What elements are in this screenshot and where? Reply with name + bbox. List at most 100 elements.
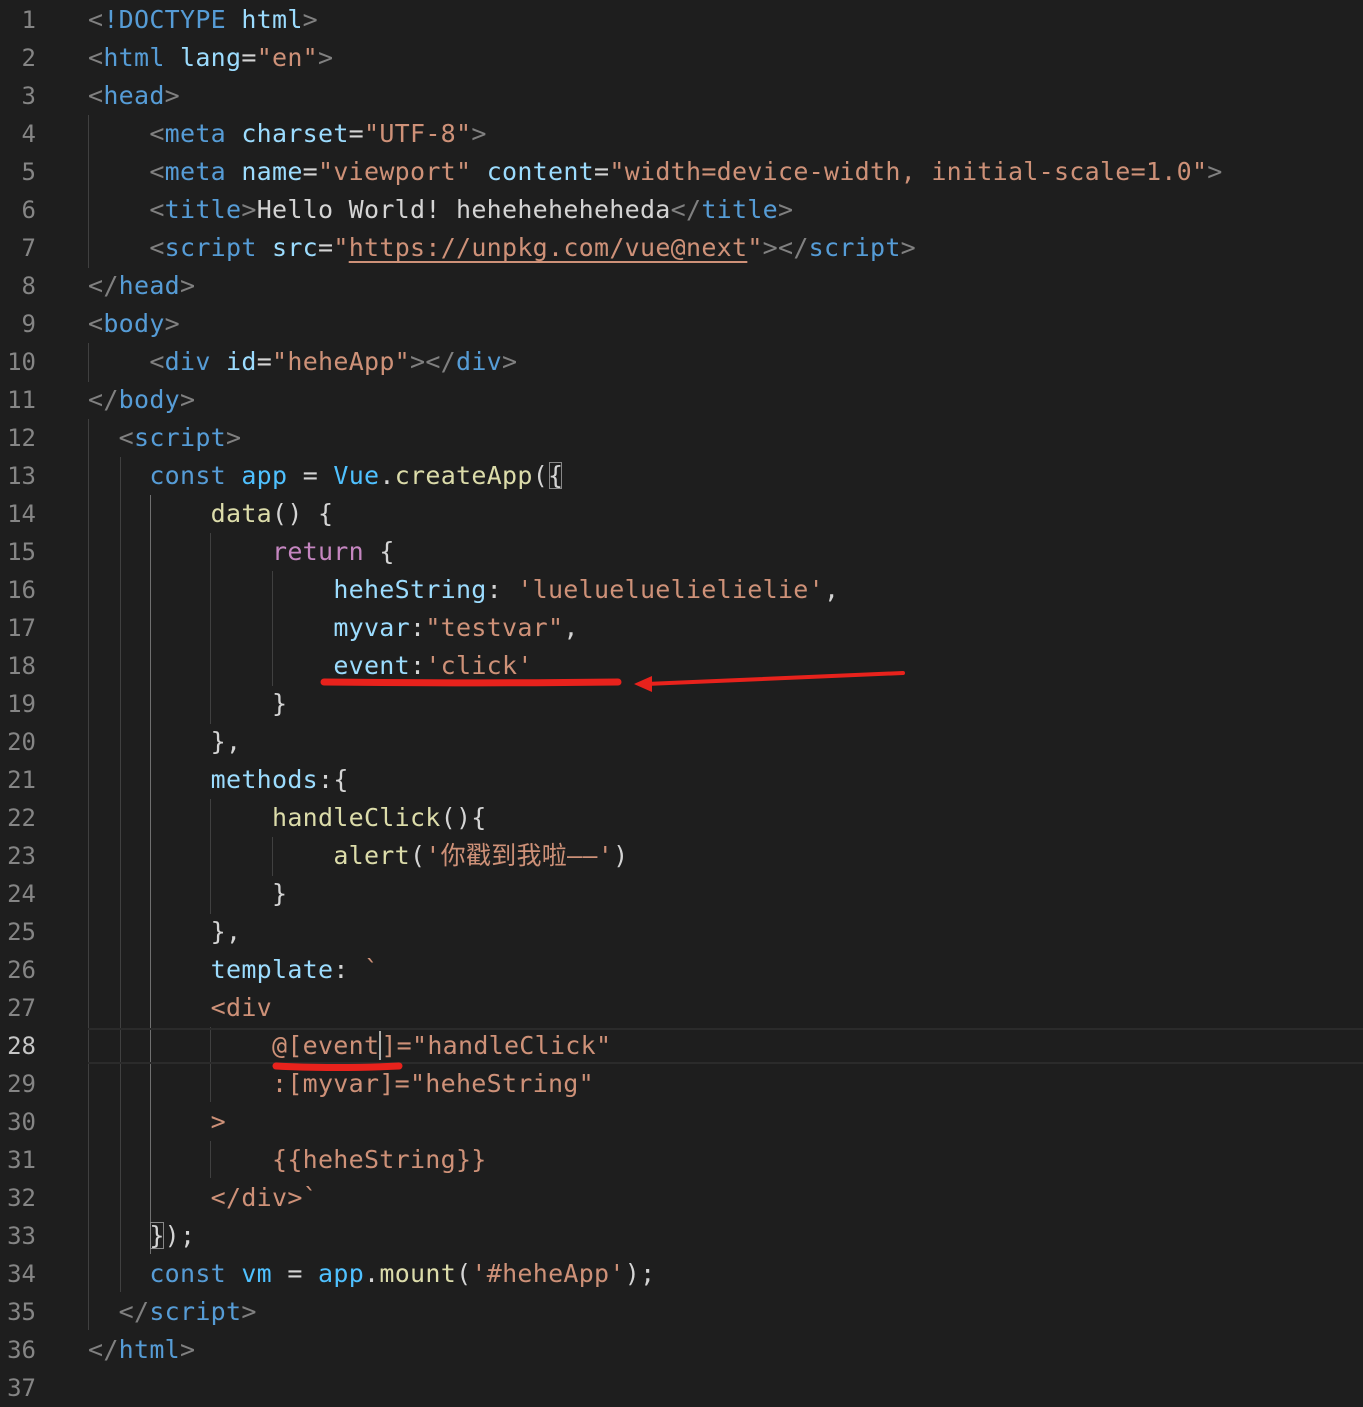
line-code[interactable]: data() { [88,495,333,533]
code-line[interactable]: 34 const vm = app.mount('#heheApp'); [0,1255,1363,1293]
token-string: </div>` [210,1183,318,1212]
line-code[interactable]: event:'click' [88,647,533,685]
line-code[interactable]: </html> [88,1331,195,1369]
line-number: 29 [7,1070,36,1098]
code-line[interactable]: 2 <html lang="en"> [0,39,1363,77]
code-line[interactable]: 13 const app = Vue.createApp({ [0,457,1363,495]
token-punctuation: > [226,423,242,452]
token-string: "heheApp" [272,347,411,376]
token-string: {{heheString}} [271,1145,487,1174]
code-line[interactable]: 36 </html> [0,1331,1363,1369]
code-line[interactable]: 10 <div id="heheApp"></div> [0,343,1363,381]
code-line[interactable]: 7 <script src="https://unpkg.com/vue@nex… [0,229,1363,267]
token-variable: app [318,1259,365,1288]
code-line[interactable]: 30 > [0,1103,1363,1141]
code-line[interactable]: 32 </div>` [0,1179,1363,1217]
token-punctuation: </ [88,1335,119,1364]
token-property: methods [210,765,318,794]
token-string: <div [210,993,272,1022]
line-code[interactable]: <meta charset="UTF-8"> [88,115,487,153]
line-code[interactable]: <script src="https://unpkg.com/vue@next"… [88,229,916,267]
token-string: 'luelueluelielielie' [517,575,824,604]
line-code[interactable]: <title>Hello World! heheheheheheda</titl… [88,191,793,229]
line-code[interactable]: <meta name="viewport" content="width=dev… [88,153,1223,191]
line-code[interactable]: </head> [88,267,195,305]
token-operator: = [348,119,365,148]
code-line[interactable]: 5 <meta name="viewport" content="width=d… [0,153,1363,191]
code-line[interactable]: 4 <meta charset="UTF-8"> [0,115,1363,153]
token-keyword: const [149,461,226,490]
code-line[interactable]: 35 </script> [0,1293,1363,1331]
code-line[interactable]: 27 <div [0,989,1363,1027]
line-code[interactable]: </body> [88,381,195,419]
code-line[interactable]: 37 [0,1369,1363,1407]
line-code[interactable]: <div [88,989,272,1027]
line-code[interactable]: @[event]="handleClick" [88,1027,611,1065]
token-punctuation: > [241,1297,257,1326]
code-line[interactable]: 8 </head> [0,267,1363,305]
code-line[interactable]: 33 }); [0,1217,1363,1255]
line-code[interactable]: const vm = app.mount('#heheApp'); [88,1255,655,1293]
line-code[interactable]: alert('你戳到我啦——') [88,837,628,875]
line-number: 34 [7,1260,36,1288]
line-code[interactable]: <head> [88,77,180,115]
line-code[interactable]: template: ` [88,951,379,989]
line-code[interactable]: <script> [88,419,241,457]
token-matched-bracket: { [548,461,564,490]
code-line[interactable]: 1 <!DOCTYPE html> [0,1,1363,39]
code-line[interactable]: 16 heheString: 'luelueluelielielie', [0,571,1363,609]
line-code[interactable]: const app = Vue.createApp({ [88,457,563,495]
code-line[interactable]: 11 </body> [0,381,1363,419]
line-code[interactable]: return { [88,533,395,571]
code-line[interactable]: 17 myvar:"testvar", [0,609,1363,647]
code-editor[interactable]: 1 <!DOCTYPE html> 2 <html lang="en"> 3 <head>… [0,0,1363,1402]
code-line[interactable]: 18 event:'click' [0,647,1363,685]
code-line[interactable]: 24 } [0,875,1363,913]
line-code[interactable]: }); [88,1217,195,1255]
token-operator: = [256,347,273,376]
code-line[interactable]: 28 @[event]="handleClick" [0,1027,1363,1065]
line-code[interactable]: <html lang="en"> [88,39,333,77]
line-code[interactable]: <!DOCTYPE html> [88,1,318,39]
token-tag-name: head [103,81,165,110]
code-line[interactable]: 14 data() { [0,495,1363,533]
code-line[interactable]: 25 }, [0,913,1363,951]
code-line[interactable]: 21 methods:{ [0,761,1363,799]
token-variable: app [241,461,288,490]
code-line[interactable]: 31 {{heheString}} [0,1141,1363,1179]
code-line[interactable]: 15 return { [0,533,1363,571]
code-line[interactable]: 23 alert('你戳到我啦——') [0,837,1363,875]
token-function-name: createApp [394,461,533,490]
line-code[interactable]: } [88,875,287,913]
code-line[interactable]: 3 <head> [0,77,1363,115]
code-line[interactable]: 6 <title>Hello World! heheheheheheda</ti… [0,191,1363,229]
line-code[interactable]: myvar:"testvar", [88,609,579,647]
code-line[interactable]: 12 <script> [0,419,1363,457]
code-line[interactable]: 22 handleClick(){ [0,799,1363,837]
code-line[interactable]: 20 }, [0,723,1363,761]
line-code[interactable]: }, [88,913,241,951]
line-code[interactable]: </div>` [88,1179,318,1217]
code-line[interactable]: 19 } [0,685,1363,723]
line-code[interactable]: }, [88,723,241,761]
line-code[interactable]: <div id="heheApp"></div> [88,343,517,381]
code-line[interactable]: 9 <body> [0,305,1363,343]
line-code[interactable]: > [88,1103,226,1141]
line-code[interactable]: heheString: 'luelueluelielielie', [88,571,839,609]
line-code[interactable]: :[myvar]="heheString" [88,1065,594,1103]
line-number: 16 [7,576,36,604]
line-code[interactable]: } [88,685,287,723]
line-code[interactable]: </script> [88,1293,257,1331]
token-string: '#heheApp' [471,1259,625,1288]
line-code[interactable]: handleClick(){ [88,799,487,837]
line-code[interactable]: <body> [88,305,180,343]
line-code[interactable]: methods:{ [88,761,349,799]
line-code[interactable]: {{heheString}} [88,1141,487,1179]
line-number: 10 [7,348,36,376]
code-line[interactable]: 29 :[myvar]="heheString" [0,1065,1363,1103]
code-line[interactable]: 26 template: ` [0,951,1363,989]
